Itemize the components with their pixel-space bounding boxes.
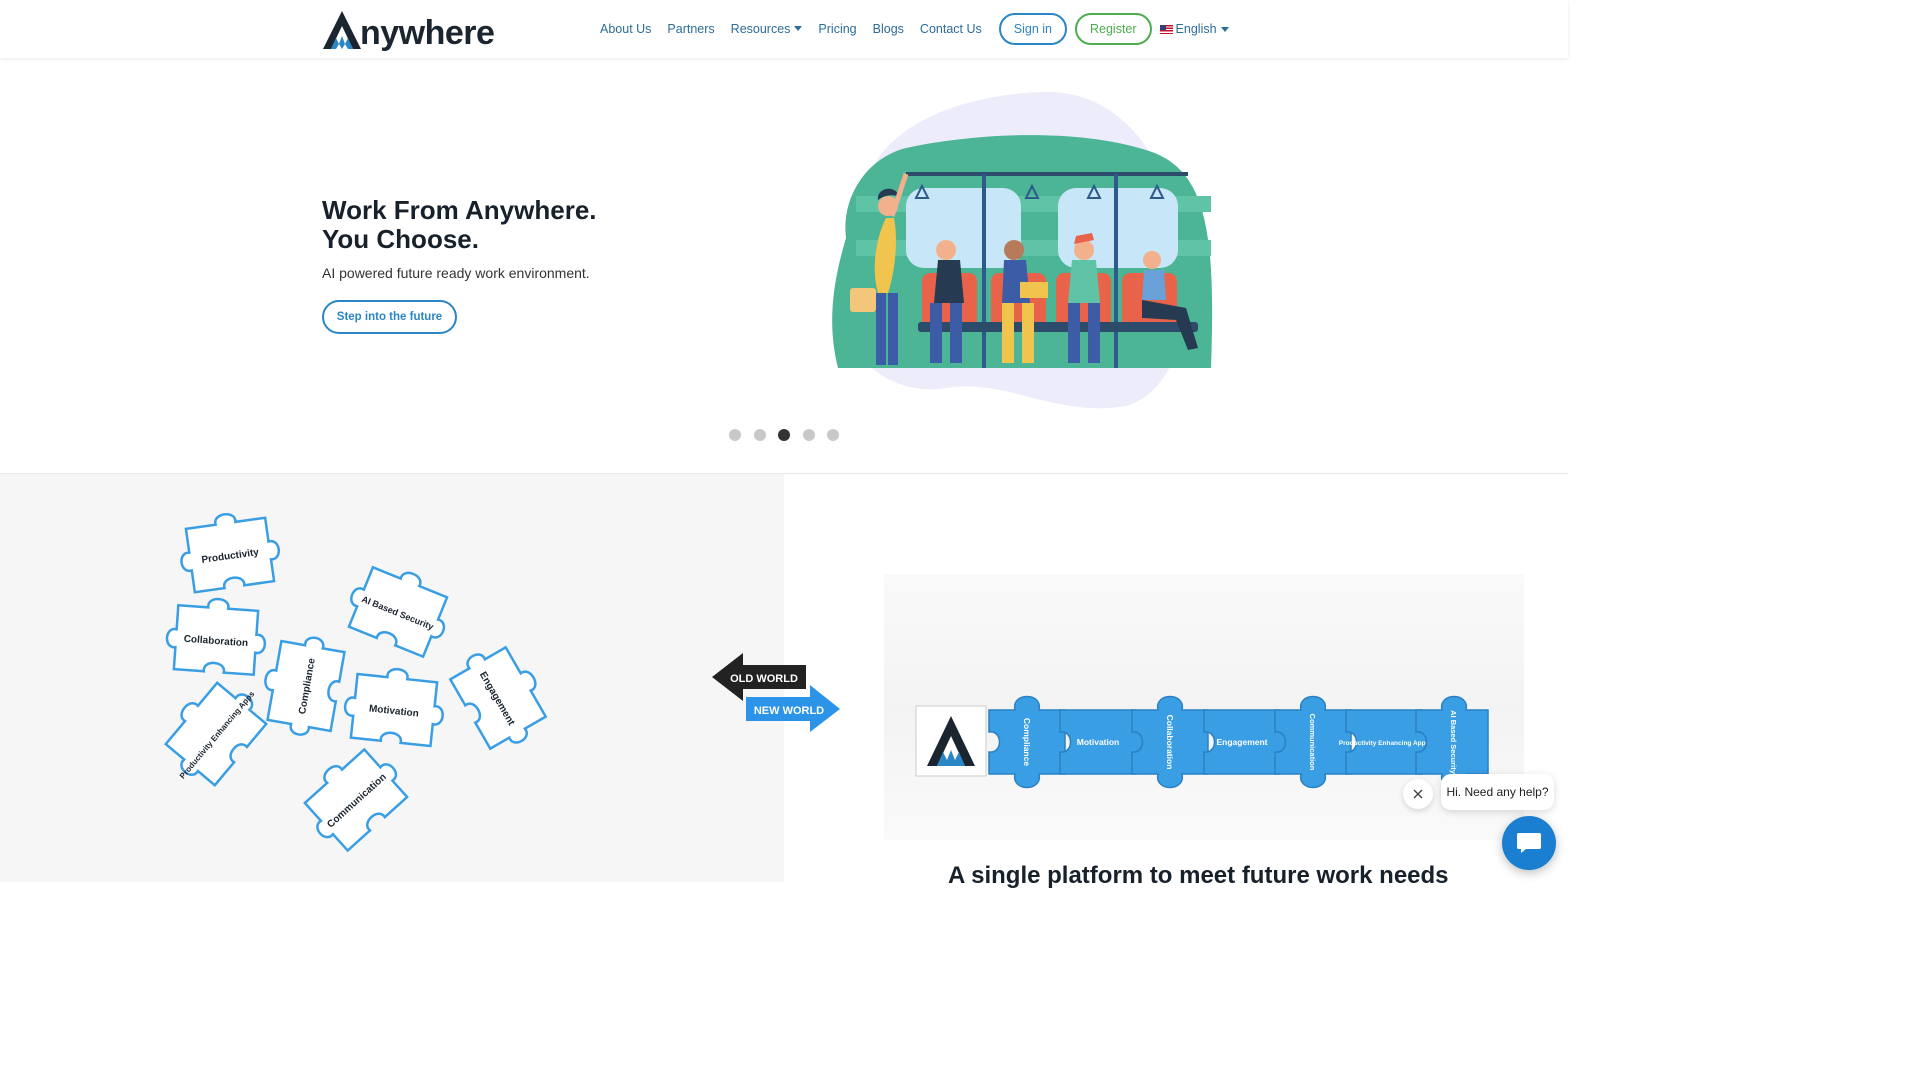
register-button[interactable]: Register [1075,13,1152,45]
puzzle-piece-productivity: Productivity [180,513,280,594]
platform-heading: A single platform to meet future work ne… [948,862,1449,889]
slider-dot-5[interactable] [827,429,840,441]
nav-resources-label: Resources [730,22,791,36]
chat-close-button[interactable] [1403,779,1433,809]
chat-greeting-bubble[interactable]: Hi. Need any help? [1441,774,1554,810]
hero-title-line2: You Choose. [322,224,479,254]
sign-in-button[interactable]: Sign in [998,13,1067,45]
logo-wordmark: nywhere [360,14,495,52]
slider-dot-2[interactable] [753,429,766,441]
slider-dot-1[interactable] [729,429,741,441]
main-nav: About Us Partners Resources Pricing Blog… [600,13,1229,45]
nav-about-us[interactable]: About Us [600,22,651,36]
site-header: nywhere About Us Partners Resources Pric… [0,0,1568,58]
slider-dots [729,429,852,441]
commuters-train-illustration [832,91,1213,409]
puzzle-label: Collaboration [1165,715,1175,770]
close-icon [1413,789,1423,799]
step-into-future-button[interactable]: Step into the future [322,300,457,334]
language-label: English [1175,22,1217,36]
caret-down-icon [1220,26,1229,32]
anywhere-logo[interactable]: nywhere [322,6,495,52]
puzzle-piece-engagement: Engagement [448,645,548,751]
puzzle-piece-collaboration: Collaboration [165,597,267,677]
us-flag-icon [1159,24,1173,34]
hero-title-line1: Work From Anywhere. [322,195,597,225]
puzzle-label: Motivation [1077,737,1120,747]
chat-launcher-button[interactable] [1502,816,1556,870]
logo-a-icon [323,11,361,49]
puzzle-piece-ai-security: AI Based Security [347,565,449,659]
chat-icon [1517,833,1541,853]
puzzle-label: Engagement [1216,737,1267,747]
nav-partners[interactable]: Partners [667,22,714,36]
puzzle-label: Communication [1308,714,1317,771]
slider-dot-3[interactable] [778,429,791,441]
hero-slider: Work From Anywhere. You Choose. AI power… [0,58,1568,474]
puzzle-piece-compliance: Compliance [264,636,346,736]
puzzle-label: AI Based Security [1449,710,1458,775]
nav-blogs[interactable]: Blogs [873,22,904,36]
hero-subtitle: AI powered future ready work environment… [322,265,590,281]
puzzle-piece-communication: Communication [303,747,409,853]
nav-resources[interactable]: Resources [731,22,803,36]
nav-pricing[interactable]: Pricing [818,22,856,36]
hero-title: Work From Anywhere. You Choose. [322,196,662,254]
new-world-label: NEW WORLD [754,705,824,717]
puzzle-label: Compliance [1022,718,1032,766]
scattered-puzzle-illustration: Productivity AI Based Security Collabora… [164,513,548,853]
old-new-world-arrows: OLD WORLD NEW WORLD [712,653,840,732]
old-world-label: OLD WORLD [730,673,798,685]
slider-dot-4[interactable] [802,429,815,441]
puzzle-label: Productivity Enhancing Apps [1339,740,1430,747]
nav-contact-us[interactable]: Contact Us [920,22,982,36]
puzzle-piece-motivation: Motivation [343,667,444,748]
language-selector[interactable]: English [1159,22,1229,36]
caret-down-icon [794,26,803,31]
puzzle-piece-productivity-apps: Productivity Enhancing Apps [164,681,268,787]
